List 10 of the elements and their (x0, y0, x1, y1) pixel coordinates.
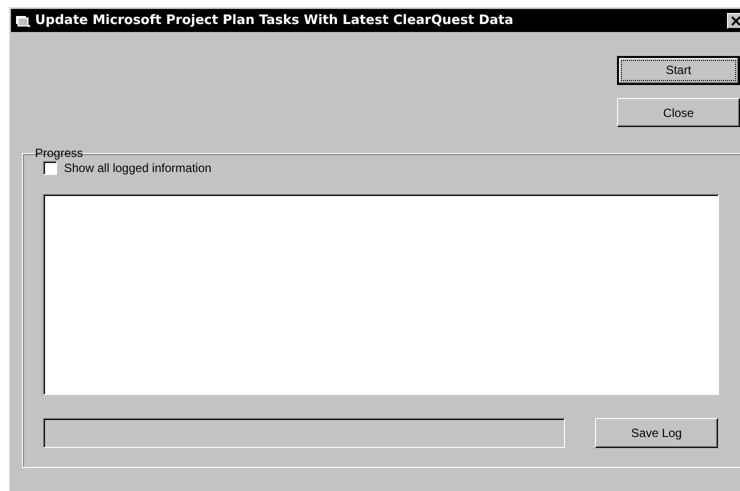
close-icon (731, 16, 740, 26)
start-button[interactable]: Start (617, 56, 740, 85)
close-dialog-button[interactable]: Close (617, 98, 740, 127)
checkbox-label[interactable]: Show all logged information (64, 161, 212, 175)
window-title: Update Microsoft Project Plan Tasks With Latest ClearQuest Data (35, 13, 514, 28)
window-icon (15, 14, 31, 28)
save-log-button[interactable]: Save Log (595, 418, 718, 448)
close-button[interactable] (727, 12, 740, 28)
checkbox[interactable] (43, 161, 57, 175)
group-title: Progress (35, 146, 84, 160)
